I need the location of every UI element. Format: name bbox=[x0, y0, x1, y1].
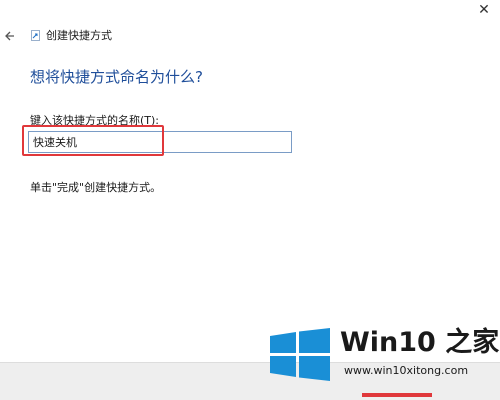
shortcut-name-input[interactable] bbox=[28, 131, 292, 153]
shortcut-icon bbox=[31, 30, 40, 41]
back-arrow-icon[interactable] bbox=[4, 26, 20, 46]
window-title: 创建快捷方式 bbox=[46, 29, 112, 42]
watermark-url: www.win10xitong.com bbox=[344, 364, 469, 377]
windows-logo-icon bbox=[268, 328, 332, 382]
close-glyph: ✕ bbox=[478, 2, 490, 18]
page-heading: 想将快捷方式命名为什么? bbox=[30, 68, 203, 86]
close-icon[interactable]: ✕ bbox=[468, 0, 500, 22]
shortcut-name-label: 键入该快捷方式的名称(T): bbox=[30, 114, 160, 127]
finish-hint: 单击"完成"创建快捷方式。 bbox=[30, 181, 162, 194]
watermark: Win10 之家 www.win10xitong.com bbox=[264, 324, 500, 388]
title-bar: 创建快捷方式 bbox=[0, 26, 460, 48]
watermark-brand: Win10 之家 bbox=[340, 327, 500, 358]
create-shortcut-dialog: ✕ 创建快捷方式 想将快捷方式命名为什么? 键入该快捷方式的名称(T): 单击"… bbox=[0, 0, 500, 400]
finish-button-highlight bbox=[362, 393, 432, 397]
